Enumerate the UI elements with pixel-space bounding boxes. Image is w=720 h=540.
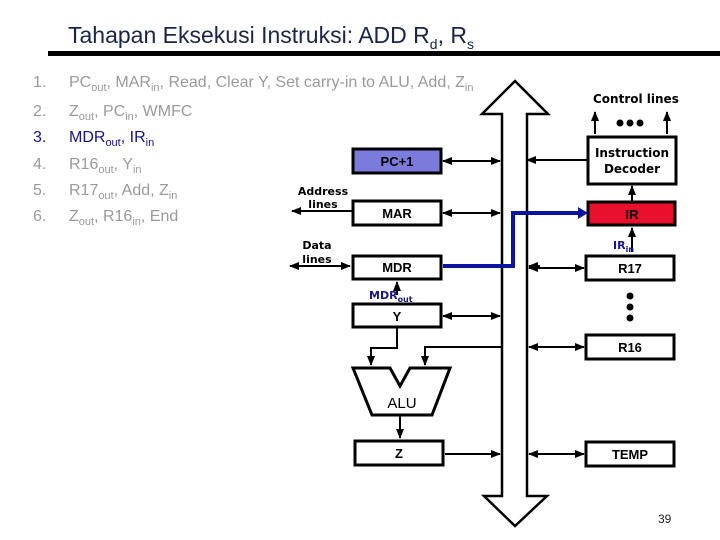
page-number: 39 — [658, 512, 672, 526]
y-label: Y — [393, 309, 402, 324]
ellipsis-dot — [626, 303, 634, 311]
ellipsis-dot — [626, 314, 634, 322]
bus-to-alu-line — [421, 346, 502, 366]
instruction-decoder — [586, 135, 678, 186]
address-lines-label-2: lines — [308, 198, 338, 211]
active-transfer-path — [443, 211, 580, 268]
mdr-out-signal: MDRout — [369, 289, 413, 304]
y-to-alu-line — [367, 328, 398, 366]
datapath-diagram: Control lines Instruction Decoder IR IRi… — [289, 79, 679, 528]
decoder-label-2: Decoder — [604, 162, 660, 176]
ellipsis-dot — [616, 119, 624, 127]
ellipsis-dot — [636, 119, 644, 127]
r16-label: R16 — [618, 340, 642, 355]
ellipsis-dot — [626, 119, 634, 127]
mdr-label: MDR — [382, 260, 412, 275]
ellipsis-dot — [626, 292, 634, 300]
z-label: Z — [395, 446, 403, 461]
address-lines-label-1: Address — [298, 185, 349, 198]
internal-bus — [478, 79, 552, 528]
ir-label: IR — [626, 207, 640, 222]
temp-label: TEMP — [612, 447, 648, 462]
mar-label: MAR — [382, 206, 412, 221]
decoder-label-1: Instruction — [595, 146, 669, 160]
alu-label: ALU — [387, 395, 416, 412]
data-lines-label-2: lines — [302, 253, 332, 266]
data-lines-label-1: Data — [302, 239, 331, 252]
control-lines-label: Control lines — [593, 92, 679, 106]
pc-label: PC+1 — [381, 154, 414, 169]
r17-label: R17 — [618, 261, 642, 276]
